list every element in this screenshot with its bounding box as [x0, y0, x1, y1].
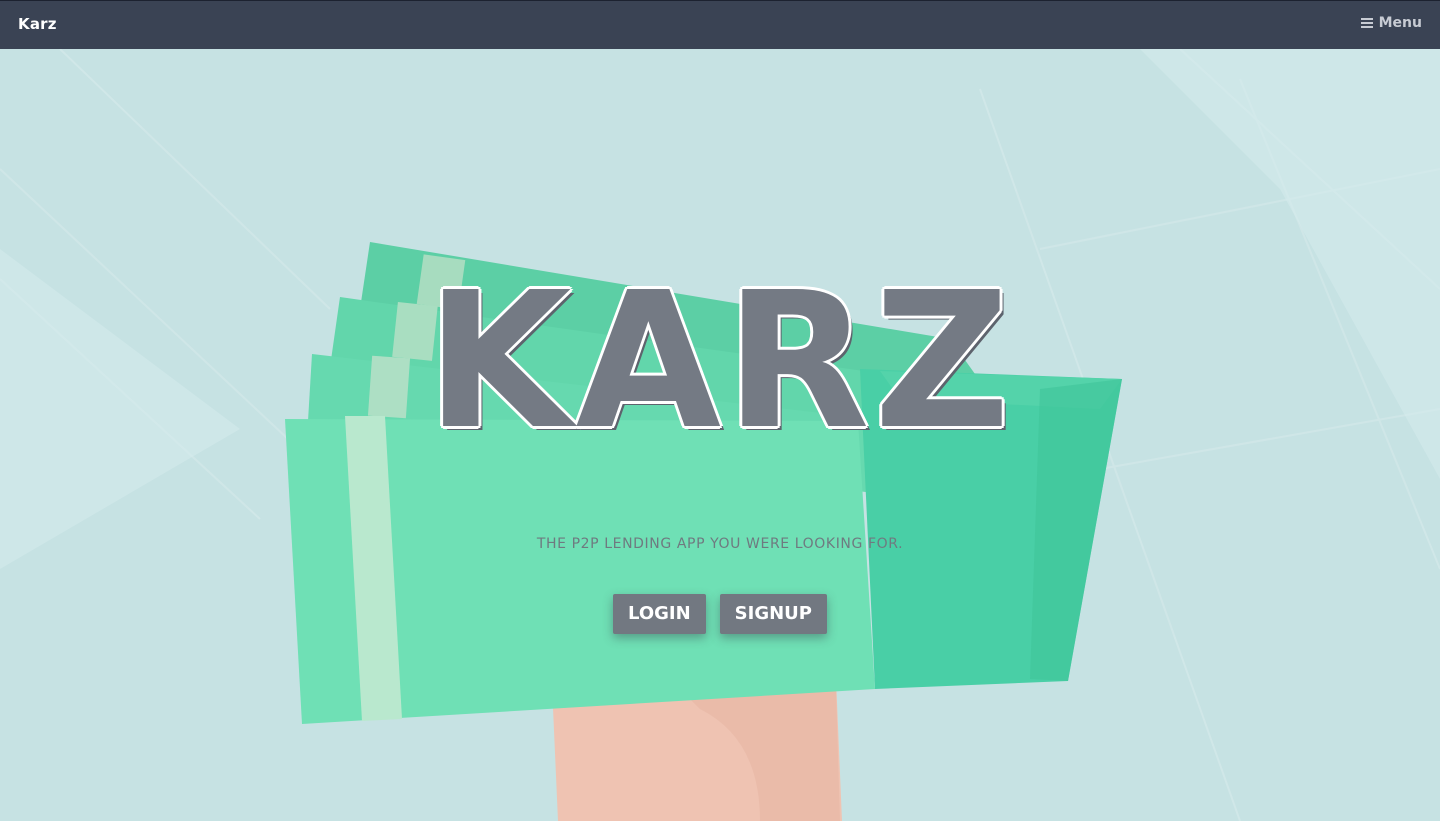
- signup-button[interactable]: SIGNUP: [719, 594, 827, 634]
- top-navbar: Karz Menu: [0, 0, 1440, 49]
- brand-logo[interactable]: Karz: [18, 15, 57, 33]
- hero-title: KARZ: [425, 252, 1015, 471]
- menu-button[interactable]: Menu: [1360, 15, 1422, 31]
- hero-tagline: THE P2P LENDING APP YOU WERE LOOKING FOR…: [536, 536, 904, 552]
- hero-actions: LOGIN SIGNUP: [0, 594, 1440, 634]
- hero-section: KARZ THE P2P LENDING APP YOU WERE LOOKIN…: [0, 49, 1440, 821]
- login-button[interactable]: LOGIN: [613, 594, 706, 634]
- menu-label: Menu: [1378, 15, 1422, 31]
- hamburger-icon: [1360, 18, 1373, 28]
